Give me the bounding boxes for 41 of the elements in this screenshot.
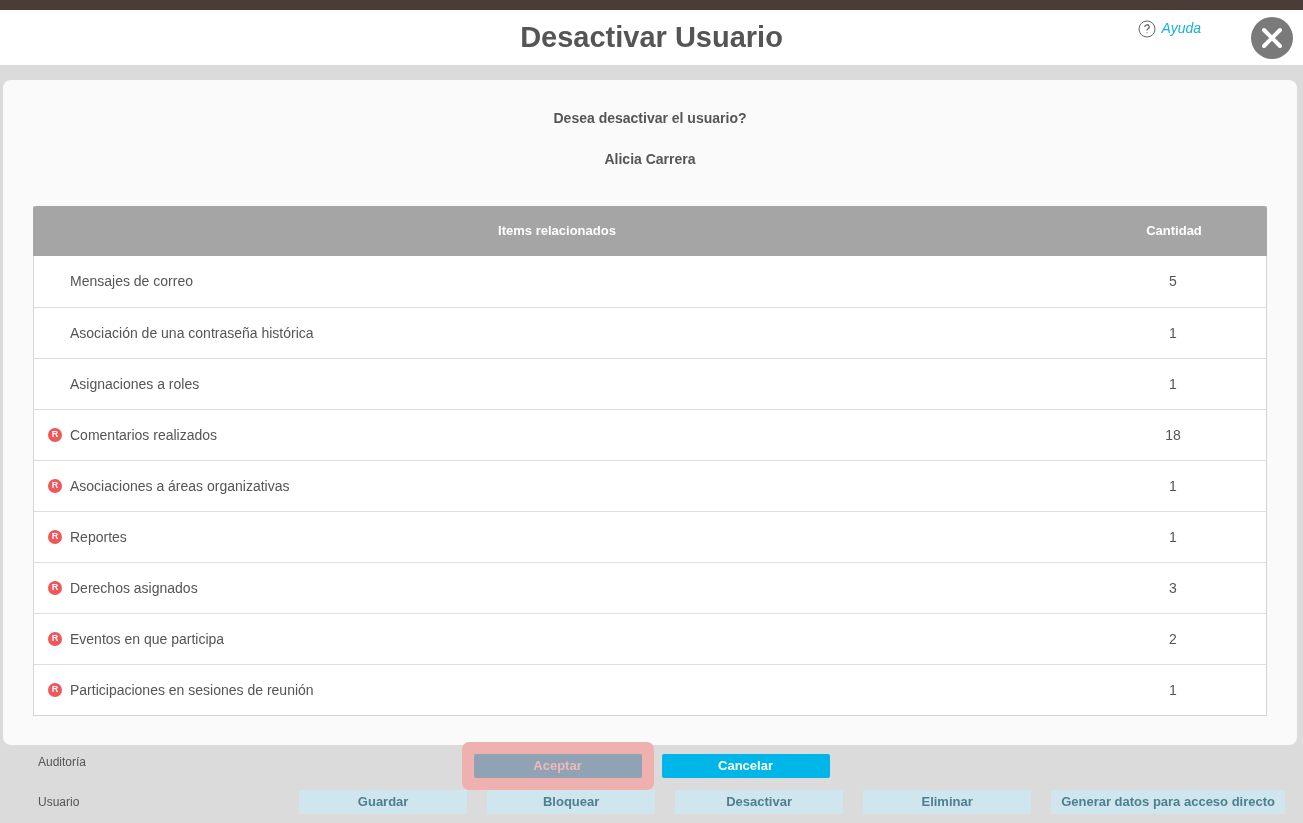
item-count: 18 xyxy=(1165,426,1181,443)
item-count: 1 xyxy=(1169,375,1177,392)
item-count: 2 xyxy=(1169,630,1177,647)
background-button[interactable]: Bloquear xyxy=(487,790,656,814)
item-count: 1 xyxy=(1169,477,1177,494)
question-text: Desea desactivar el usuario? xyxy=(552,109,748,128)
help-icon xyxy=(1138,19,1157,38)
item-name: Participaciones en sesiones de reunión xyxy=(70,680,314,700)
item-name: Mensajes de correo xyxy=(70,272,193,291)
user-name: Alicia Carrera xyxy=(603,150,697,169)
r-badge: R xyxy=(48,530,62,544)
dropdown-label: Usuario xyxy=(38,794,81,811)
item-name: Asociación de una contraseña histórica xyxy=(70,323,314,343)
help-link[interactable]: Ayuda xyxy=(1138,18,1201,39)
background-button[interactable]: Eliminar xyxy=(863,790,1032,814)
item-name: Reportes xyxy=(70,527,127,547)
item-count: 1 xyxy=(1169,324,1177,341)
cancel-button[interactable]: Cancelar xyxy=(661,754,830,778)
item-name: Eventos en que participa xyxy=(70,629,225,649)
column-header: Items relacionados xyxy=(498,222,616,241)
close-icon xyxy=(1261,27,1283,49)
dropdown-label: Auditoría xyxy=(38,754,87,771)
item-count: 3 xyxy=(1169,579,1177,596)
background-button[interactable]: Desactivar xyxy=(675,790,844,814)
item-name: Comentarios realizados xyxy=(70,425,218,445)
column-header: Cantidad xyxy=(1146,223,1202,239)
r-badge: R xyxy=(48,479,62,493)
close-button[interactable] xyxy=(1251,17,1293,59)
r-badge: R xyxy=(48,683,62,697)
item-count: 1 xyxy=(1169,528,1177,545)
background-button[interactable]: Generar datos para acceso directo xyxy=(1051,790,1285,814)
r-badge: R xyxy=(48,581,62,595)
r-badge: R xyxy=(48,632,62,646)
item-count: 5 xyxy=(1169,273,1177,289)
item-count: 1 xyxy=(1169,681,1177,698)
r-badge: R xyxy=(48,428,62,442)
background-button[interactable]: Guardar xyxy=(299,790,468,814)
item-name: Asignaciones a roles xyxy=(70,374,200,394)
item-name: Asociaciones a áreas organizativas xyxy=(70,476,290,496)
item-name: Derechos asignados xyxy=(70,578,198,598)
dialog-title: Desactivar Usuario xyxy=(520,20,783,55)
